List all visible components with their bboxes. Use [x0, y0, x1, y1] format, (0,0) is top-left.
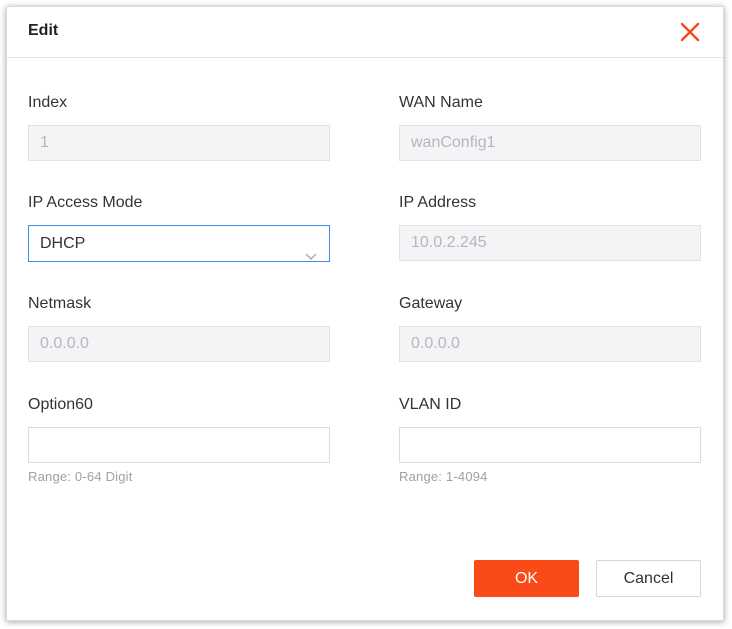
ip-address-field: IP Address — [399, 193, 701, 261]
ip-address-input — [399, 225, 701, 261]
netmask-label: Netmask — [28, 295, 92, 312]
close-icon[interactable] — [679, 21, 701, 43]
vlan-id-input[interactable] — [399, 427, 701, 463]
dialog-title: Edit — [28, 22, 59, 39]
option60-input[interactable] — [28, 427, 330, 463]
gateway-input — [399, 326, 701, 362]
netmask-input — [28, 326, 330, 362]
vlan-id-field: VLAN ID Range: 1-4094 — [399, 395, 701, 484]
gateway-field: Gateway — [399, 294, 701, 362]
option60-label: Option60 — [28, 396, 93, 413]
wan-name-input — [399, 125, 701, 161]
gateway-label: Gateway — [399, 295, 463, 312]
vlan-id-label: VLAN ID — [399, 396, 462, 413]
ip-access-mode-field: IP Access Mode DHCP — [28, 193, 330, 262]
index-input — [28, 125, 330, 161]
ip-access-mode-select[interactable]: DHCP — [28, 225, 330, 262]
wan-name-field: WAN Name — [399, 93, 701, 161]
wan-name-label: WAN Name — [399, 94, 483, 111]
index-label: Index — [28, 94, 68, 111]
netmask-field: Netmask — [28, 294, 330, 362]
edit-dialog: Edit Index WAN Name IP Access Mode DHCP … — [6, 6, 724, 621]
option60-field: Option60 Range: 0-64 Digit — [28, 395, 330, 484]
ok-button[interactable]: OK — [474, 560, 579, 597]
cancel-button[interactable]: Cancel — [596, 560, 701, 597]
index-field: Index — [28, 93, 330, 161]
ip-access-mode-value: DHCP — [40, 235, 86, 252]
option60-hint: Range: 0-64 Digit — [28, 469, 133, 484]
vlan-id-hint: Range: 1-4094 — [399, 469, 488, 484]
ip-address-label: IP Address — [399, 194, 477, 211]
chevron-down-icon — [305, 239, 317, 260]
ip-access-mode-label: IP Access Mode — [28, 194, 143, 211]
dialog-header: Edit — [7, 7, 723, 58]
